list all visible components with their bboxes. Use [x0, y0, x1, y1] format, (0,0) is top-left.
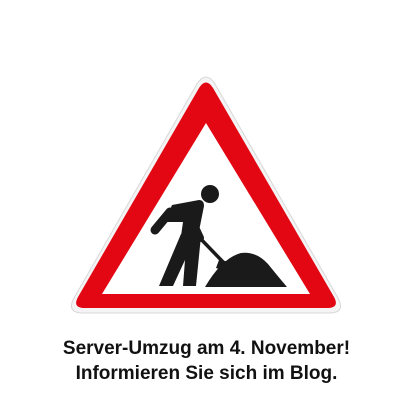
- notice-headline: Server-Umzug am 4. November!: [62, 338, 351, 359]
- maintenance-notice: Server-Umzug am 4. November! Informieren…: [0, 0, 413, 413]
- worker-head: [201, 185, 219, 203]
- notice-subline: Informieren Sie sich im Blog.: [75, 363, 338, 384]
